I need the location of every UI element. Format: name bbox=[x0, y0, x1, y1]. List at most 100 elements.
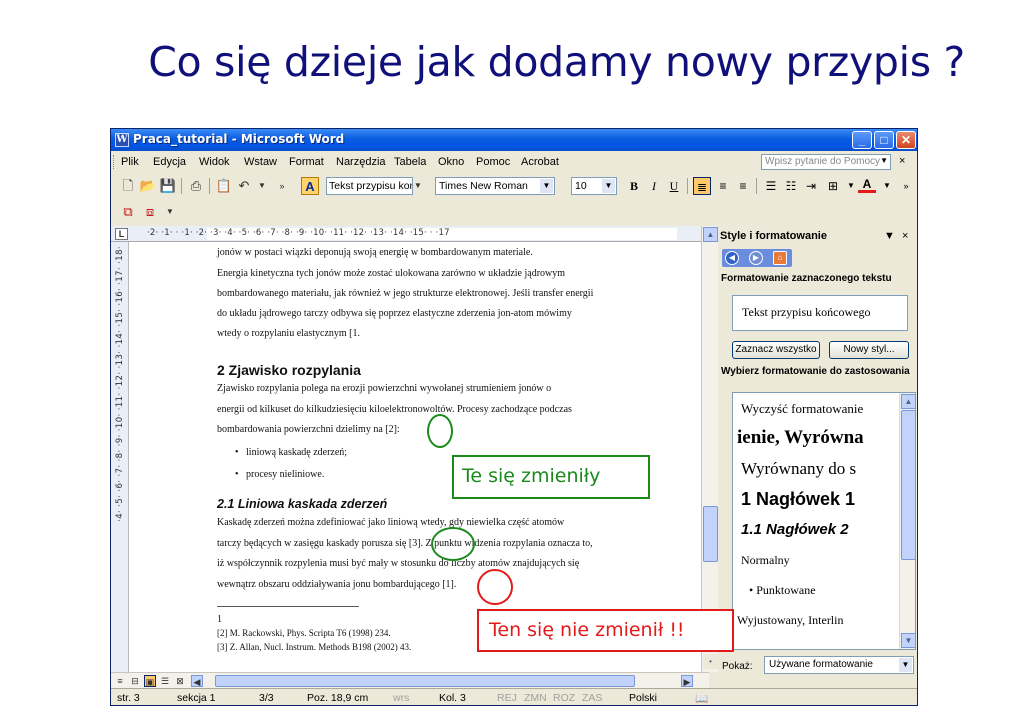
status-trk[interactable]: ZMN bbox=[524, 692, 547, 704]
chevron-down-icon[interactable]: ▼ bbox=[540, 179, 553, 193]
horizontal-scroll-thumb[interactable] bbox=[215, 675, 635, 687]
toolbar-overflow-icon[interactable]: » bbox=[897, 177, 915, 195]
font-size-select[interactable]: 10 ▼ bbox=[571, 177, 617, 195]
style-item-bullets[interactable]: • Punktowane bbox=[749, 583, 816, 598]
chevron-down-icon[interactable]: ▼ bbox=[878, 177, 896, 195]
align-right-icon[interactable]: ≡ bbox=[734, 177, 752, 195]
menu-acrobat[interactable]: Acrobat bbox=[521, 156, 559, 168]
new-document-icon[interactable]: 🗋 bbox=[119, 177, 137, 195]
scroll-down-icon[interactable]: ▼ bbox=[901, 633, 915, 648]
tab-selector[interactable]: L bbox=[115, 228, 128, 240]
doc-line: wtedy o rozpylaniu elastycznym [1. bbox=[217, 328, 361, 339]
scroll-up-icon[interactable]: ▲ bbox=[901, 394, 915, 409]
status-language[interactable]: Polski bbox=[629, 692, 657, 704]
forward-icon[interactable]: ▶ bbox=[749, 251, 763, 265]
style-item-normal[interactable]: Normalny bbox=[741, 553, 790, 568]
word-app-icon[interactable]: W bbox=[115, 133, 129, 147]
align-justify-icon[interactable]: ≣ bbox=[693, 177, 711, 195]
bold-button[interactable]: B bbox=[625, 177, 643, 195]
toolbar-separator bbox=[209, 178, 210, 194]
close-button[interactable]: ✕ bbox=[896, 131, 916, 149]
scroll-left-icon[interactable]: ◀ bbox=[191, 675, 203, 687]
horizontal-scrollbar[interactable]: ≡ ⊟ ▣ ☰ ⊠ ◀ ▶ bbox=[111, 672, 709, 688]
status-rec[interactable]: REJ bbox=[497, 692, 517, 704]
home-icon[interactable]: ⌂ bbox=[773, 251, 787, 265]
pdf-email-icon[interactable]: ⧈ bbox=[141, 203, 159, 221]
footnote-separator bbox=[217, 606, 359, 607]
style-item-justified[interactable]: Wyjustowany, Interlin bbox=[737, 613, 843, 628]
document-close-icon[interactable]: × bbox=[899, 155, 905, 167]
paste-icon[interactable]: 📋 bbox=[215, 177, 233, 195]
chevron-down-icon[interactable]: ▼ bbox=[899, 658, 912, 672]
spelling-status-icon[interactable]: 📖 bbox=[695, 692, 708, 705]
font-select[interactable]: Times New Roman ▼ bbox=[435, 177, 555, 195]
styles-scroll-thumb[interactable] bbox=[901, 410, 915, 560]
menu-widok[interactable]: Widok bbox=[199, 156, 230, 168]
select-all-button[interactable]: Zaznacz wszystko bbox=[732, 341, 820, 359]
styles-list[interactable]: Wyczyść formatowanie ienie, Wyrówna Wyró… bbox=[732, 392, 916, 650]
menu-pomoc[interactable]: Pomoc bbox=[476, 156, 510, 168]
align-center-icon[interactable]: ≡ bbox=[714, 177, 732, 195]
undo-icon[interactable]: ↶ bbox=[235, 177, 253, 195]
menubar-grip[interactable] bbox=[113, 155, 116, 169]
chevron-down-icon[interactable]: ▼ bbox=[253, 177, 271, 195]
font-color-button[interactable]: A bbox=[858, 177, 876, 193]
menu-format[interactable]: Format bbox=[289, 156, 324, 168]
scroll-up-icon[interactable]: ▲ bbox=[703, 227, 718, 242]
title-bar[interactable]: W Praca_tutorial - Microsoft Word _ □ ✕ bbox=[111, 129, 917, 151]
current-style-box[interactable]: Tekst przypisu końcowego bbox=[732, 295, 908, 331]
close-icon[interactable]: × bbox=[902, 230, 908, 242]
italic-button[interactable]: I bbox=[645, 177, 663, 195]
style-item-heading1[interactable]: 1 Nagłówek 1 bbox=[741, 489, 855, 510]
numbering-icon[interactable]: ☰ bbox=[762, 177, 780, 195]
menu-wstaw[interactable]: Wstaw bbox=[244, 156, 277, 168]
save-icon[interactable]: 💾 bbox=[159, 177, 177, 195]
browse-object-icon[interactable]: • bbox=[703, 654, 718, 669]
print-icon[interactable]: ⎙ bbox=[187, 177, 205, 195]
style-item[interactable]: Wyrównany do s bbox=[741, 459, 856, 479]
vertical-scrollbar[interactable]: ▲ • bbox=[701, 226, 718, 672]
help-search-input[interactable]: Wpisz pytanie do Pomocy ▼ bbox=[761, 154, 891, 170]
reading-view-icon[interactable]: ⊠ bbox=[174, 675, 186, 687]
outline-view-icon[interactable]: ☰ bbox=[159, 675, 171, 687]
horizontal-ruler[interactable]: L ·2· ·1· · ·1· ·2· ·3· ·4· ·5· ·6· ·7· … bbox=[111, 226, 709, 242]
style-item-clear[interactable]: Wyczyść formatowanie bbox=[741, 401, 863, 417]
style-item-heading2[interactable]: 1.1 Nagłówek 2 bbox=[741, 521, 849, 538]
status-bar: str. 3 sekcja 1 3/3 Poz. 18,9 cm wrs Kol… bbox=[111, 688, 917, 705]
toolbar-overflow-icon[interactable]: » bbox=[273, 177, 291, 195]
menu-edycja[interactable]: Edycja bbox=[153, 156, 186, 168]
chevron-down-icon[interactable]: ▼ bbox=[880, 156, 888, 165]
menu-okno[interactable]: Okno bbox=[438, 156, 464, 168]
toolbar-separator bbox=[687, 178, 688, 194]
styles-list-scrollbar[interactable]: ▲ ▼ bbox=[899, 393, 915, 649]
print-layout-icon[interactable]: ▣ bbox=[144, 675, 156, 687]
chevron-down-icon[interactable]: ▼ bbox=[411, 177, 425, 195]
style-item[interactable]: ienie, Wyrówna bbox=[737, 427, 864, 449]
vertical-ruler[interactable]: ·4· ·5· ·6· ·7· ·8· ·9· ·10· ·11· ·12· ·… bbox=[111, 242, 129, 672]
underline-button[interactable]: U bbox=[665, 177, 683, 195]
web-view-icon[interactable]: ⊟ bbox=[129, 675, 141, 687]
scroll-right-icon[interactable]: ▶ bbox=[681, 675, 693, 687]
menu-tabela[interactable]: Tabela bbox=[394, 156, 426, 168]
new-style-button[interactable]: Nowy styl... bbox=[829, 341, 909, 359]
indent-icon[interactable]: ⇥ bbox=[802, 177, 820, 195]
show-select[interactable]: Używane formatowanie ▼ bbox=[764, 656, 914, 674]
open-folder-icon[interactable]: 📂 bbox=[139, 177, 157, 195]
menu-narzedzia[interactable]: Narzędzia bbox=[336, 156, 386, 168]
chevron-down-icon[interactable]: ▼ bbox=[884, 230, 895, 242]
status-ovr[interactable]: ZAS bbox=[582, 692, 602, 704]
bullets-icon[interactable]: ☷ bbox=[782, 177, 800, 195]
normal-view-icon[interactable]: ≡ bbox=[114, 675, 126, 687]
back-icon[interactable]: ◀ bbox=[725, 251, 739, 265]
scroll-thumb[interactable] bbox=[703, 506, 718, 562]
status-ext[interactable]: ROZ bbox=[553, 692, 575, 704]
borders-icon[interactable]: ⊞ bbox=[824, 177, 842, 195]
menu-plik[interactable]: Plik bbox=[121, 156, 139, 168]
style-select[interactable]: Tekst przypisu końc bbox=[326, 177, 413, 195]
styles-pane-icon[interactable]: A bbox=[301, 177, 319, 195]
maximize-button[interactable]: □ bbox=[874, 131, 894, 149]
chevron-down-icon[interactable]: ▼ bbox=[161, 203, 179, 221]
pdf-convert-icon[interactable]: ⧉ bbox=[119, 203, 137, 221]
chevron-down-icon[interactable]: ▼ bbox=[602, 179, 615, 193]
minimize-button[interactable]: _ bbox=[852, 131, 872, 149]
